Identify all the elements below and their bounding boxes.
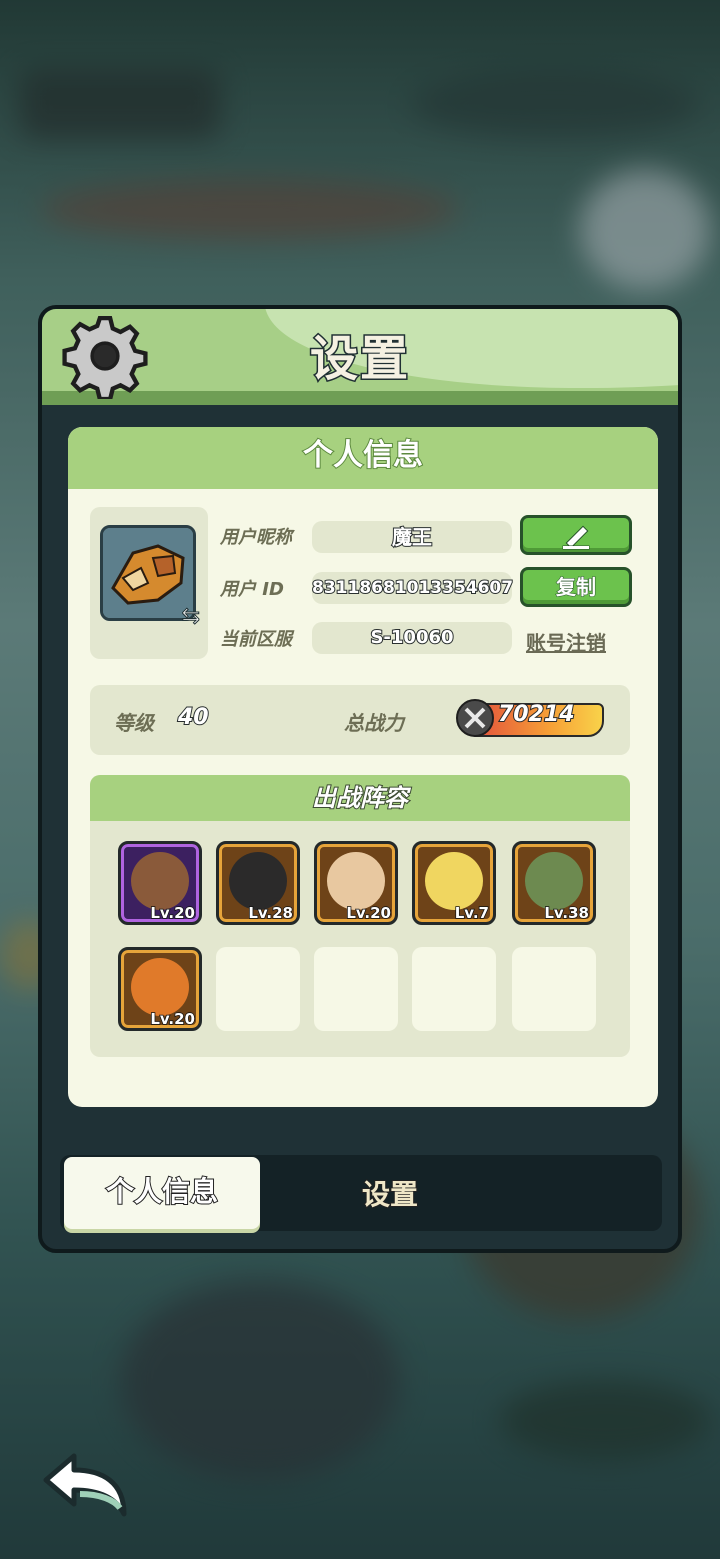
server-value: S-10060 <box>312 622 512 654</box>
back-arrow-icon[interactable] <box>40 1450 130 1520</box>
empty-hero-slot[interactable] <box>512 947 596 1031</box>
avatar-box[interactable]: ⇆ <box>90 507 208 659</box>
battle-power-icon <box>456 699 494 737</box>
hero-portrait <box>229 852 287 910</box>
avatar-art <box>103 528 193 618</box>
uid-value: 83118681013354607 <box>311 572 514 604</box>
lineup-title: 出战阵容 <box>90 775 630 821</box>
empty-hero-slot[interactable] <box>314 947 398 1031</box>
page-title: 设置 <box>308 330 410 389</box>
edit-pencil-icon <box>562 525 590 550</box>
hero-portrait <box>131 958 189 1016</box>
empty-hero-slot[interactable] <box>216 947 300 1031</box>
power-badge: 70214 <box>456 699 606 737</box>
tab-settings[interactable]: 设置 <box>310 1157 470 1229</box>
settings-panel: 设置 个人信息 ⇆ 用户昵称 魔王 用户 ID 8311868101335460… <box>38 305 682 1253</box>
copy-button[interactable]: 复制 <box>520 567 632 607</box>
swap-icon[interactable]: ⇆ <box>181 604 200 630</box>
panel-header: 设置 <box>42 309 678 405</box>
profile-card: 个人信息 ⇆ 用户昵称 魔王 用户 ID 83118681013354607 复… <box>68 427 658 1107</box>
hero-portrait <box>327 852 385 910</box>
edit-nickname-button[interactable] <box>520 515 632 555</box>
hero-level: Lv.20 <box>150 1009 196 1028</box>
hero-slot-2[interactable]: Lv.28 <box>216 841 300 925</box>
empty-hero-slot[interactable] <box>412 947 496 1031</box>
tab-bar: 个人信息 设置 <box>60 1155 662 1231</box>
hero-slot-1[interactable]: Lv.20 <box>118 841 202 925</box>
stats-bar: 等级 40 总战力 70214 <box>90 685 630 755</box>
hero-level: Lv.20 <box>346 903 392 922</box>
battle-lineup: 出战阵容 Lv.20 Lv.28 Lv.20 Lv.7 Lv.38 Lv.20 <box>90 775 630 1057</box>
hero-portrait <box>525 852 583 910</box>
hero-slot-5[interactable]: Lv.38 <box>512 841 596 925</box>
card-title: 个人信息 <box>68 427 658 489</box>
level-value: 40 <box>177 704 210 731</box>
hero-portrait <box>131 852 189 910</box>
power-label: 总战力 <box>344 711 404 735</box>
hero-level: Lv.38 <box>544 903 590 922</box>
level-label: 等级 <box>114 711 154 735</box>
hero-level: Lv.20 <box>150 903 196 922</box>
nickname-label: 用户昵称 <box>220 527 292 548</box>
power-value: 70214 <box>497 701 576 728</box>
hero-portrait <box>425 852 483 910</box>
tab-profile[interactable]: 个人信息 <box>64 1157 260 1229</box>
hero-level: Lv.28 <box>248 903 294 922</box>
hero-level: Lv.7 <box>454 903 490 922</box>
hero-slot-6[interactable]: Lv.20 <box>118 947 202 1031</box>
hero-slot-3[interactable]: Lv.20 <box>314 841 398 925</box>
delete-account-link[interactable]: 账号注销 <box>526 627 606 656</box>
server-label: 当前区服 <box>220 629 292 650</box>
uid-label: 用户 ID <box>220 579 284 600</box>
nickname-value: 魔王 <box>312 521 512 553</box>
hero-slot-4[interactable]: Lv.7 <box>412 841 496 925</box>
